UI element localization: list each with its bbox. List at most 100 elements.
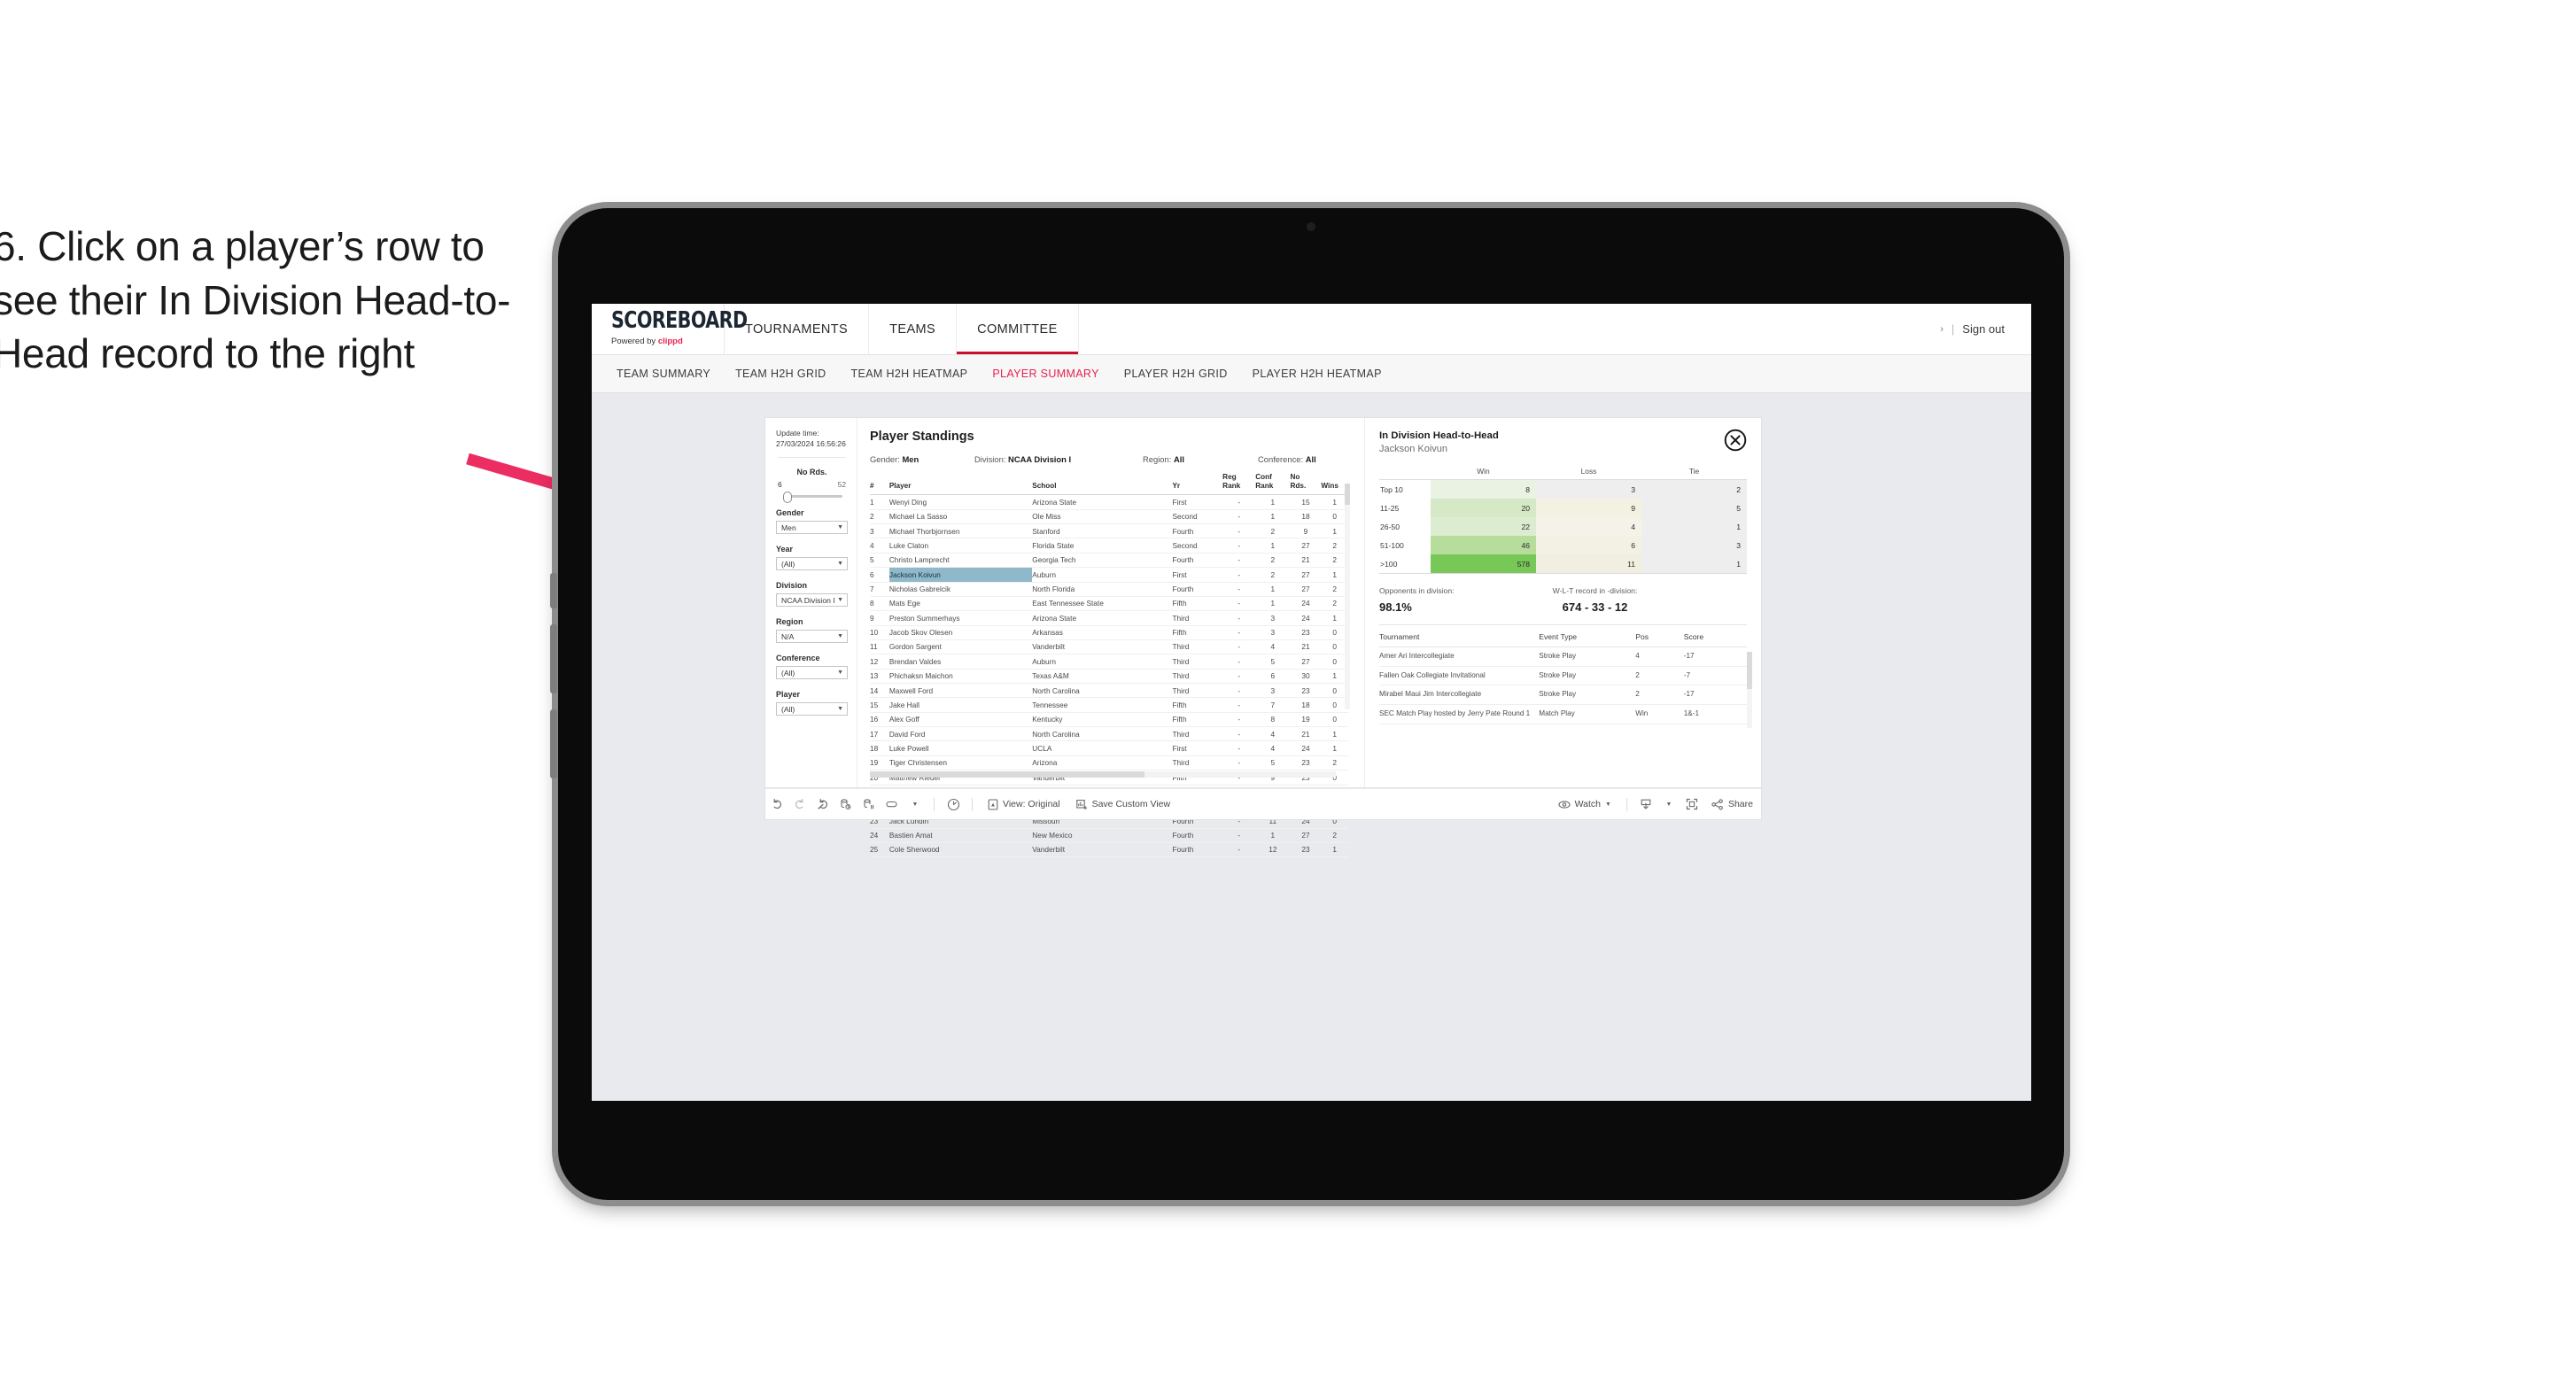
col-event-type[interactable]: Event Type [1539,627,1636,647]
table-row[interactable]: 18 Luke Powell UCLA First -4 24 1 [870,740,1348,756]
table-row[interactable]: 14 Maxwell Ford North Carolina Third -3 23 0 [870,683,1348,699]
h2h-cell[interactable]: 46 [1431,536,1536,554]
h2h-cell[interactable]: 3 [1536,479,1641,499]
h2h-cell[interactable]: 3 [1641,536,1747,554]
h2h-cell[interactable]: 22 [1431,517,1536,536]
context-conference-label: Conference: [1258,454,1304,464]
save-custom-view-button[interactable]: Save Custom View [1068,799,1179,810]
close-circle-icon[interactable] [1724,429,1747,452]
tab-player-h2h-grid[interactable]: PLAYER H2H GRID [1112,368,1240,380]
h2h-cell[interactable]: 5 [1641,499,1747,517]
slider-handle[interactable] [783,492,792,504]
filter-conference: Conference (All) ▼ [776,654,848,680]
redo-icon[interactable] [788,798,811,810]
no-rds-slider[interactable] [783,492,842,504]
table-row[interactable]: 15 Jake Hall Tennessee Fifth -7 18 0 [870,697,1348,713]
table-row[interactable]: 12 Brendan Valdes Auburn Third -5 27 0 [870,654,1348,670]
h2h-cell[interactable]: 6 [1536,536,1641,554]
h2h-cell[interactable]: 2 [1641,479,1747,499]
h2h-cell[interactable]: 1 [1641,554,1747,574]
instruction-text: 6. Click on a player’s row to see their … [0,223,511,377]
refresh-data-icon[interactable] [834,798,857,810]
tab-team-summary[interactable]: TEAM SUMMARY [604,368,723,380]
col-no-rds[interactable]: No Rds. [1290,473,1322,496]
table-row[interactable]: 16 Alex Goff Kentucky Fifth -8 19 0 [870,712,1348,728]
table-row[interactable]: 24 Bastien Amat New Mexico Fourth -1 27 2 [870,828,1348,843]
col-tournament[interactable]: Tournament [1379,627,1540,647]
col-school[interactable]: School [1032,473,1173,496]
table-row[interactable]: 5 Christo Lamprecht Georgia Tech Fourth -2 21… [870,553,1348,569]
watch-button[interactable]: Watch ▼ [1550,799,1619,809]
table-row[interactable]: 25 Cole Sherwood Vanderbilt Fourth -12 23 1 [870,842,1348,858]
table-row[interactable]: 10 Jacob Skov Olesen Arkansas Fifth -3 23 0 [870,625,1348,640]
filter-select-division[interactable]: NCAA Division I ▼ [776,593,848,608]
col-reg-rank[interactable]: Reg Rank [1222,473,1256,496]
h2h-cell[interactable]: 4 [1536,517,1641,536]
h2h-cell[interactable]: 578 [1431,554,1536,574]
table-row[interactable]: 11 Gordon Sargent Vanderbilt Third -4 21 0 [870,639,1348,655]
share-button[interactable]: Share [1703,798,1761,810]
highlight-icon[interactable] [881,798,904,810]
table-row[interactable]: 7 Nicholas Gabrelcik North Florida Fourth -1… [870,582,1348,597]
filter-select-conference[interactable]: (All) ▼ [776,666,848,680]
table-row[interactable]: 8 Mats Ege East Tennessee State Fifth -1 24 2 [870,596,1348,612]
table-row[interactable]: 13 Phichaksn Maichon Texas A&M Third -6 30 1 [870,669,1348,685]
tournament-row[interactable]: Fallen Oak Collegiate Invitational Stroke… [1379,666,1747,686]
col-conf-rank[interactable]: Conf Rank [1255,473,1291,496]
filter-select-player[interactable]: (All) ▼ [776,702,848,716]
col-rank[interactable]: # [870,473,889,496]
cell-wins: 2 [1321,755,1348,771]
h2h-cell[interactable]: 8 [1431,479,1536,499]
nav-item-teams[interactable]: TEAMS [869,304,958,354]
tab-team-h2h-grid[interactable]: TEAM H2H GRID [723,368,838,380]
scrollbar-thumb[interactable] [1747,652,1752,689]
col-pos[interactable]: Pos [1635,627,1684,647]
col-yr[interactable]: Yr [1172,473,1223,496]
table-row[interactable]: 17 David Ford North Carolina Third -4 21 1 [870,726,1348,742]
tournaments-vertical-scrollbar[interactable] [1747,652,1752,728]
table-row[interactable]: 3 Michael Thorbjornsen Stanford Fourth -2 9 1 [870,523,1348,539]
h2h-cell[interactable]: 9 [1536,499,1641,517]
scrollbar-thumb[interactable] [1345,484,1350,505]
table-row[interactable]: 1 Wenyi Ding Arizona State First -1 15 1 [870,494,1348,510]
view-original-button[interactable]: View: Original [980,798,1068,810]
performance-icon[interactable] [942,798,965,811]
scrollbar-thumb[interactable] [870,771,1144,778]
tab-player-summary[interactable]: PLAYER SUMMARY [980,368,1111,380]
brand-logo[interactable]: SCOREBOARD Powered by clippd [592,304,748,354]
col-score[interactable]: Score [1683,627,1747,647]
undo-icon[interactable] [765,798,788,810]
tournament-row[interactable]: Mirabel Maui Jim Intercollegiate Stroke P… [1379,685,1747,705]
download-dropdown-caret-icon[interactable]: ▼ [1657,801,1680,808]
fullscreen-icon[interactable] [1680,798,1703,810]
revert-icon[interactable] [811,798,834,810]
h2h-cell[interactable]: 1 [1641,517,1747,536]
table-row[interactable]: 2 Michael La Sasso Ole Miss Second -1 18 0 [870,509,1348,525]
sign-out-link[interactable]: Sign out [1962,322,2005,336]
tournament-row[interactable]: Amer Ari Intercollegiate Stroke Play 4 -17 [1379,647,1747,667]
pause-updates-icon[interactable] [857,798,881,810]
tournament-row[interactable]: SEC Match Play hosted by Jerry Pate Roun… [1379,704,1747,724]
tab-team-h2h-heatmap[interactable]: TEAM H2H HEATMAP [839,368,981,380]
table-row[interactable]: 9 Preston Summerhays Arizona State Third -3 2… [870,610,1348,626]
table-row[interactable]: 19 Tiger Christensen Arizona Third -5 23 2 [870,755,1348,771]
cell-no-rds: 27 [1290,828,1322,843]
nav-item-tournaments[interactable]: TOURNAMENTS [725,304,870,354]
nav-item-committee[interactable]: COMMITTEE [957,304,1079,354]
tableau-viz: Update time: 27/03/2024 16:56:26 No Rds.… [765,418,1761,858]
highlight-dropdown-caret-icon[interactable]: ▼ [904,801,927,808]
tab-player-h2h-heatmap[interactable]: PLAYER H2H HEATMAP [1240,368,1394,380]
table-row[interactable]: 6 Jackson Koivun Auburn First -2 27 1 [870,567,1348,583]
standings-vertical-scrollbar[interactable] [1345,484,1350,709]
h2h-cell[interactable]: 20 [1431,499,1536,517]
download-icon[interactable] [1634,798,1657,810]
filter-select-region[interactable]: N/A ▼ [776,630,848,644]
filter-select-year[interactable]: (All) ▼ [776,557,848,571]
standings-horizontal-scrollbar[interactable] [870,771,1336,778]
h2h-cell[interactable]: 11 [1536,554,1641,574]
cell-rank: 12 [870,654,889,670]
col-player[interactable]: Player [888,473,1033,496]
cell-wins: 1 [1321,740,1348,756]
table-row[interactable]: 4 Luke Claton Florida State Second -1 27 2 [870,538,1348,554]
filter-select-gender[interactable]: Men ▼ [776,521,848,535]
